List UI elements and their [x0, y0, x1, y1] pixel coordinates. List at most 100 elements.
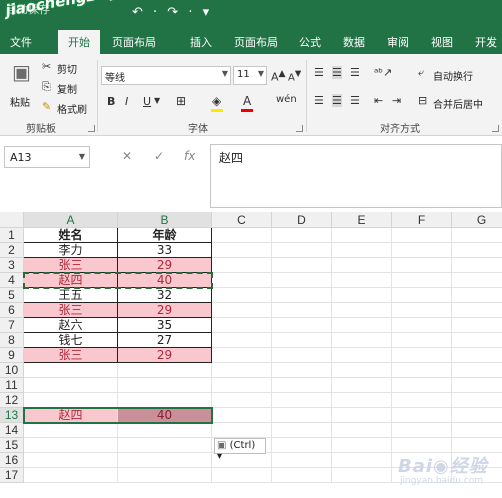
row-header-17[interactable]: 17	[0, 468, 24, 483]
cell-g5[interactable]	[452, 288, 502, 303]
cell-c9[interactable]	[212, 348, 272, 363]
cell-c1[interactable]	[212, 228, 272, 243]
tab-page-layout[interactable]: 页面布局	[112, 34, 156, 50]
increase-font-icon[interactable]: A▲	[271, 68, 286, 84]
cell-b3[interactable]: 29	[118, 258, 212, 273]
wrap-text-icon[interactable]: ⤶	[418, 66, 424, 80]
cell-a12[interactable]	[24, 393, 118, 408]
cell-e13[interactable]	[332, 408, 392, 423]
copy-button[interactable]: 复制	[57, 81, 77, 96]
cell-e1[interactable]	[332, 228, 392, 243]
cell-a3[interactable]: 张三	[24, 258, 118, 273]
cell-f14[interactable]	[392, 423, 452, 438]
underline-button[interactable]: U	[143, 95, 151, 108]
cut-button[interactable]: 剪切	[57, 61, 77, 76]
copy-icon[interactable]: ⎘	[42, 80, 51, 94]
column-header-a[interactable]: A	[24, 212, 118, 228]
tab-insert[interactable]: 插入	[190, 34, 212, 50]
cell-f4[interactable]	[392, 273, 452, 288]
phonetic-icon[interactable]: wén	[276, 94, 297, 105]
cell-e12[interactable]	[332, 393, 392, 408]
cell-b14[interactable]	[118, 423, 212, 438]
select-all-corner[interactable]	[0, 212, 24, 228]
tab-layout[interactable]: 页面布局	[234, 34, 278, 50]
align-top-icon[interactable]: ☰	[314, 66, 324, 79]
cell-d3[interactable]	[272, 258, 332, 273]
row-header-2[interactable]: 2	[0, 243, 24, 258]
cell-b6[interactable]: 29	[118, 303, 212, 318]
font-name-select[interactable]: 等线 ▼	[101, 66, 231, 85]
cell-a10[interactable]	[24, 363, 118, 378]
cell-d6[interactable]	[272, 303, 332, 318]
cell-b1[interactable]: 年龄	[118, 228, 212, 243]
cell-g11[interactable]	[452, 378, 502, 393]
bold-button[interactable]: B	[107, 95, 115, 108]
cell-g2[interactable]	[452, 243, 502, 258]
cell-c8[interactable]	[212, 333, 272, 348]
enter-icon[interactable]: ✓	[154, 149, 164, 163]
cell-g8[interactable]	[452, 333, 502, 348]
cell-e4[interactable]	[332, 273, 392, 288]
row-header-13[interactable]: 13	[0, 408, 24, 423]
row-header-4[interactable]: 4	[0, 273, 24, 288]
merge-center-button[interactable]: 合并后居中	[433, 96, 483, 111]
cell-c4[interactable]	[212, 273, 272, 288]
cell-g14[interactable]	[452, 423, 502, 438]
row-header-16[interactable]: 16	[0, 453, 24, 468]
align-right-icon[interactable]: ☰	[350, 94, 360, 107]
cell-c14[interactable]	[212, 423, 272, 438]
cell-g12[interactable]	[452, 393, 502, 408]
cell-d17[interactable]	[272, 468, 332, 483]
cell-d15[interactable]	[272, 438, 332, 453]
tab-formulas[interactable]: 公式	[299, 34, 321, 50]
row-header-8[interactable]: 8	[0, 333, 24, 348]
cell-e8[interactable]	[332, 333, 392, 348]
cell-e6[interactable]	[332, 303, 392, 318]
column-header-e[interactable]: E	[332, 212, 392, 228]
scissors-icon[interactable]: ✂	[42, 60, 51, 73]
cell-a16[interactable]	[24, 453, 118, 468]
cell-d1[interactable]	[272, 228, 332, 243]
cell-b8[interactable]: 27	[118, 333, 212, 348]
cell-b4[interactable]: 40	[118, 273, 212, 288]
cell-b12[interactable]	[118, 393, 212, 408]
cell-b11[interactable]	[118, 378, 212, 393]
font-launcher-icon[interactable]	[296, 125, 303, 132]
cell-c11[interactable]	[212, 378, 272, 393]
cell-b5[interactable]: 32	[118, 288, 212, 303]
cell-f12[interactable]	[392, 393, 452, 408]
orientation-icon[interactable]: ᵃᵇ↗	[374, 66, 392, 79]
cell-a15[interactable]	[24, 438, 118, 453]
tab-data[interactable]: 数据	[343, 34, 365, 50]
cell-c3[interactable]	[212, 258, 272, 273]
align-center-icon[interactable]: ☰	[332, 94, 342, 107]
cell-a13[interactable]: 赵四	[24, 408, 118, 423]
cell-e17[interactable]	[332, 468, 392, 483]
borders-icon[interactable]: ⊞	[176, 94, 186, 108]
alignment-launcher-icon[interactable]	[492, 125, 499, 132]
cell-g3[interactable]	[452, 258, 502, 273]
cell-e16[interactable]	[332, 453, 392, 468]
cell-a11[interactable]	[24, 378, 118, 393]
cell-g15[interactable]	[452, 438, 502, 453]
cell-b15[interactable]	[118, 438, 212, 453]
cell-f10[interactable]	[392, 363, 452, 378]
paste-button[interactable]: 粘贴	[10, 94, 30, 109]
row-header-10[interactable]: 10	[0, 363, 24, 378]
cell-a6[interactable]: 张三	[24, 303, 118, 318]
cell-d2[interactable]	[272, 243, 332, 258]
row-header-7[interactable]: 7	[0, 318, 24, 333]
cell-f2[interactable]	[392, 243, 452, 258]
row-header-9[interactable]: 9	[0, 348, 24, 363]
cell-f1[interactable]	[392, 228, 452, 243]
wrap-text-button[interactable]: 自动换行	[433, 68, 473, 83]
cell-f6[interactable]	[392, 303, 452, 318]
cell-e3[interactable]	[332, 258, 392, 273]
cell-e11[interactable]	[332, 378, 392, 393]
row-header-11[interactable]: 11	[0, 378, 24, 393]
cell-c7[interactable]	[212, 318, 272, 333]
column-header-c[interactable]: C	[212, 212, 272, 228]
tab-review[interactable]: 审阅	[387, 34, 409, 50]
cell-e14[interactable]	[332, 423, 392, 438]
column-header-g[interactable]: G	[452, 212, 502, 228]
